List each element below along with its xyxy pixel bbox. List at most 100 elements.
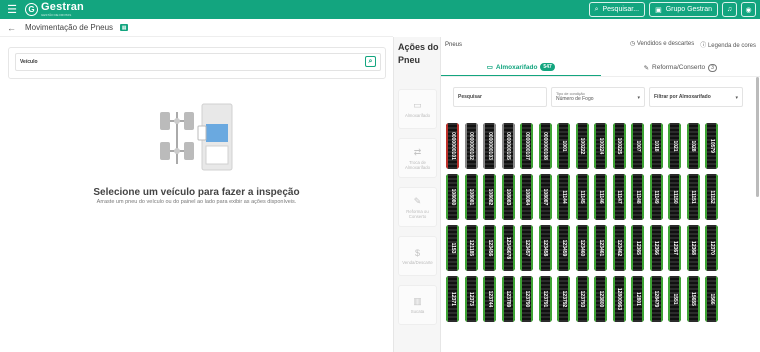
scrollbar[interactable] [756, 77, 759, 197]
tire-item[interactable]: 1551 [668, 276, 681, 322]
brand-logo[interactable]: G Gestran GESTÃO DE FROTAS [25, 2, 84, 17]
tire-number: 0000000101 [449, 132, 456, 160]
tire-item[interactable]: 0000000108 [538, 123, 552, 169]
tire-item[interactable]: 11145 [575, 174, 589, 220]
tire-item[interactable]: 0000000107 [520, 123, 533, 169]
color-legend-link[interactable]: ⓘ Legenda de cores [700, 40, 756, 49]
tire-search-input[interactable]: Pesquisar [453, 87, 547, 107]
tire-number: 1021 [671, 140, 678, 152]
tire-item[interactable]: 12371 [446, 276, 459, 322]
notifications-button[interactable]: ♫ [722, 2, 737, 17]
tire-item[interactable]: 100224 [594, 123, 607, 169]
tire-item[interactable]: 123462 [612, 225, 626, 271]
action-warehouse-button[interactable]: ▭ Almoxarifado [398, 89, 437, 129]
tire-item[interactable]: 0000000102 [464, 123, 478, 169]
vehicle-search-button[interactable]: ⌕ [365, 56, 376, 67]
tire-item[interactable]: 123456 [483, 225, 496, 271]
tab-repair[interactable]: ✎ Reforma/Conserto 3 [601, 59, 760, 76]
sold-discarded-link[interactable]: ◷ Vendidos e descartes [630, 40, 694, 49]
tire-item[interactable]: 12370 [705, 225, 718, 271]
tire-item[interactable]: 123458 [538, 225, 552, 271]
tire-item[interactable]: 11151 [686, 174, 700, 220]
tire-number: 108082 [486, 188, 493, 206]
tire-number: 123792 [560, 290, 567, 308]
tire-item[interactable]: 100222 [575, 123, 589, 169]
tire-item[interactable]: 108087 [538, 174, 552, 220]
tire-item[interactable]: 1018 [649, 123, 663, 169]
vehicle-field[interactable]: Veículo ⌕ [15, 53, 381, 71]
tire-item[interactable]: 12800963 [612, 276, 626, 322]
tire-item[interactable]: 108080 [446, 174, 459, 220]
tire-item[interactable]: 12373 [464, 276, 478, 322]
tire-number: 123460 [579, 239, 585, 257]
tire-item[interactable]: 123791 [538, 276, 552, 322]
user-menu-button[interactable]: ◉ [741, 2, 756, 17]
tire-item[interactable]: 11147 [612, 174, 626, 220]
tires-panel: Pneus ◷ Vendidos e descartes ⓘ Legenda d… [441, 37, 760, 352]
tire-item[interactable]: 11149 [649, 174, 663, 220]
tire-number: 11147 [616, 190, 622, 204]
tire-item[interactable]: 121185 [464, 225, 478, 271]
tire-number: 123791 [542, 290, 548, 308]
tire-item[interactable]: 123789 [501, 276, 515, 322]
action-transfer-button[interactable]: ⇄ Troca de Almoxarifado [398, 138, 437, 178]
tire-number: 1007 [634, 140, 641, 152]
page-header: ← Movimentação de Pneus ▦ [0, 19, 393, 37]
tire-item[interactable]: 11144 [557, 174, 570, 220]
tire-item[interactable]: 11146 [594, 174, 607, 220]
tire-number: 12801 [634, 292, 641, 306]
tire-item[interactable]: 123744 [483, 276, 496, 322]
tire-number: 11145 [579, 190, 585, 204]
tire-item[interactable]: 123459 [557, 225, 570, 271]
tire-item[interactable]: 1001 [557, 123, 570, 169]
tire-item[interactable]: 128479 [649, 276, 663, 322]
tire-item[interactable]: 11152 [705, 174, 718, 220]
tire-number: 108080 [449, 188, 456, 206]
action-warehouse-label: Almoxarifado [404, 113, 431, 118]
tire-item[interactable]: 12345678 [501, 225, 515, 271]
warehouse-filter-select[interactable]: Filtrar por Almoxarifado ▾ [649, 87, 743, 107]
tire-item[interactable]: 11148 [631, 174, 644, 220]
tire-item[interactable]: 12366 [649, 225, 663, 271]
action-repair-button[interactable]: ✎ Reforma ou Conserto [398, 187, 437, 227]
tire-item[interactable]: 15655 [686, 276, 700, 322]
warehouse-icon: ▭ [413, 100, 422, 110]
tire-item[interactable]: 12367 [668, 225, 681, 271]
tire-item[interactable]: 123790 [520, 276, 533, 322]
back-arrow-icon[interactable]: ← [7, 23, 16, 33]
group-selector-button[interactable]: ▣ Grupo Gestran [649, 2, 718, 17]
tire-item[interactable]: 1153 [446, 225, 459, 271]
tire-item[interactable]: 12801 [631, 276, 644, 322]
tire-item[interactable]: 123461 [594, 225, 607, 271]
tire-item[interactable]: 0000000103 [483, 123, 496, 169]
tire-item[interactable]: 108084 [520, 174, 533, 220]
action-scrap-button[interactable]: ▥ Sucata [398, 285, 437, 325]
tire-item[interactable]: 1028 [686, 123, 700, 169]
tire-item[interactable]: 123793 [575, 276, 589, 322]
tire-item[interactable]: 0000000105 [501, 123, 515, 169]
condition-type-select[interactable]: Tipo de condição Número de Fogo ▾ [551, 87, 645, 107]
tire-item[interactable]: 123792 [557, 276, 570, 322]
tire-item[interactable]: 123800 [594, 276, 607, 322]
tire-item[interactable]: 12365 [631, 225, 644, 271]
tire-number: 12367 [671, 241, 678, 255]
tire-item[interactable]: 108082 [483, 174, 496, 220]
tire-item[interactable]: 1021 [668, 123, 681, 169]
tire-item[interactable]: 0000000101 [446, 123, 459, 169]
tire-item[interactable]: 100225 [612, 123, 626, 169]
grid-icon[interactable]: ▦ [120, 24, 129, 31]
tire-item[interactable]: 1007 [631, 123, 644, 169]
tire-item[interactable]: 10579 [705, 123, 718, 169]
tab-warehouse[interactable]: ▭ Almoxarifado 547 [441, 59, 601, 76]
hamburger-menu-icon[interactable]: ☰ [5, 0, 19, 19]
tire-item[interactable]: 123457 [520, 225, 533, 271]
tire-number: 123459 [560, 239, 567, 257]
tire-item[interactable]: 12368 [686, 225, 700, 271]
tire-item[interactable]: 1566 [705, 276, 718, 322]
tire-item[interactable]: 123460 [575, 225, 589, 271]
global-search-button[interactable]: ⌕ Pesquisar... [588, 2, 646, 17]
tire-item[interactable]: 108081 [464, 174, 478, 220]
tire-item[interactable]: 11150 [668, 174, 681, 220]
action-sale-button[interactable]: $ Venda/Descarte [398, 236, 437, 276]
tire-item[interactable]: 108083 [501, 174, 515, 220]
